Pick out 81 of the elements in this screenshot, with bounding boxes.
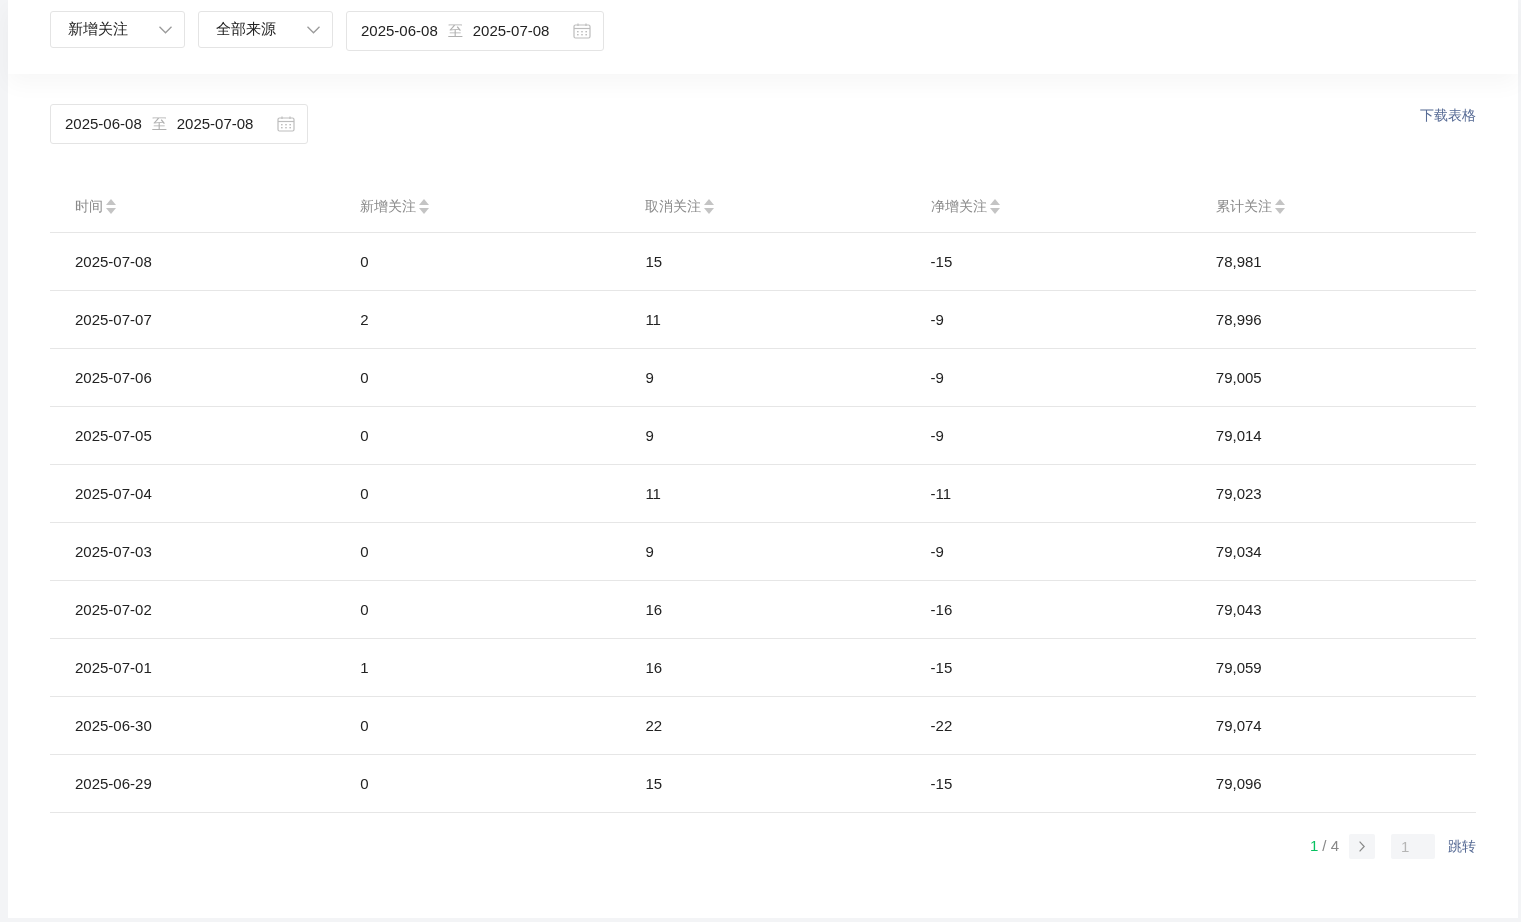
table-cell: 0 bbox=[360, 252, 369, 270]
table-cell: 0 bbox=[360, 368, 369, 386]
source-dropdown[interactable]: 全部来源 bbox=[198, 11, 333, 48]
sort-icon[interactable] bbox=[419, 198, 430, 214]
column-header: 取消关注 bbox=[645, 196, 702, 216]
chevron-right-icon bbox=[1359, 841, 1365, 852]
table-cell: 78,981 bbox=[1215, 252, 1262, 270]
table-cell: -9 bbox=[930, 368, 944, 386]
column-header: 净增关注 bbox=[930, 196, 987, 216]
table-cell: 22 bbox=[645, 716, 663, 734]
next-page-button[interactable] bbox=[1349, 834, 1375, 859]
table-cell: 79,043 bbox=[1215, 600, 1262, 618]
table-cell: 16 bbox=[645, 600, 663, 618]
table-cell: 79,059 bbox=[1215, 658, 1262, 676]
current-page: 1 bbox=[1309, 836, 1319, 857]
end-date: 2025-07-08 bbox=[176, 113, 254, 134]
column-header: 累计关注 bbox=[1215, 196, 1272, 216]
chevron-down-icon bbox=[159, 25, 172, 34]
table-cell: 0 bbox=[360, 716, 369, 734]
jump-button[interactable]: 跳转 bbox=[1448, 836, 1476, 857]
table-cell: 11 bbox=[645, 310, 661, 328]
table-cell: 2025-07-04 bbox=[75, 484, 152, 502]
table-cell: 2025-06-29 bbox=[75, 774, 152, 792]
table-cell: 16 bbox=[645, 658, 663, 676]
table-cell: 2025-06-30 bbox=[75, 716, 152, 734]
range-separator: 至 bbox=[447, 20, 463, 41]
table-cell: -11 bbox=[930, 484, 952, 502]
table-cell: -22 bbox=[930, 716, 953, 734]
table-cell: 1 bbox=[360, 658, 369, 676]
table-cell: 79,096 bbox=[1215, 774, 1262, 792]
table-cell: 79,014 bbox=[1215, 426, 1262, 444]
table-cell: 0 bbox=[360, 542, 369, 560]
chevron-down-icon bbox=[307, 25, 320, 34]
end-date: 2025-07-08 bbox=[472, 20, 550, 41]
table-cell: 9 bbox=[645, 368, 654, 386]
date-range-field[interactable]: 2025-06-08 至 2025-07-08 bbox=[346, 11, 604, 51]
table-cell: -15 bbox=[930, 774, 953, 792]
table-cell: 2025-07-01 bbox=[75, 658, 152, 676]
table-cell: 0 bbox=[360, 426, 369, 444]
page-jump-input[interactable]: 1 bbox=[1391, 834, 1435, 859]
table-cell: 9 bbox=[645, 542, 654, 560]
range-separator: 至 bbox=[151, 113, 167, 134]
table-cell: -16 bbox=[930, 600, 953, 618]
table-cell: -9 bbox=[930, 542, 944, 560]
table-cell: 79,034 bbox=[1215, 542, 1262, 560]
table-cell: 0 bbox=[360, 484, 369, 502]
table-cell: 2 bbox=[360, 310, 369, 328]
table-cell: -9 bbox=[930, 310, 944, 328]
start-date: 2025-06-08 bbox=[65, 113, 142, 134]
table-cell: 0 bbox=[360, 600, 369, 618]
table-cell: 2025-07-05 bbox=[75, 426, 152, 444]
column-header: 新增关注 bbox=[360, 196, 417, 216]
table-cell: -15 bbox=[930, 658, 953, 676]
table-cell: 15 bbox=[645, 252, 663, 270]
table-cell: 2025-07-08 bbox=[75, 252, 152, 270]
calendar-icon bbox=[573, 23, 591, 39]
table-cell: 11 bbox=[645, 484, 661, 502]
date-range-field[interactable]: 2025-06-08 至 2025-07-08 bbox=[50, 104, 308, 144]
table-cell: 78,996 bbox=[1215, 310, 1262, 328]
sort-icon[interactable] bbox=[1274, 198, 1285, 214]
table-cell: 2025-07-02 bbox=[75, 600, 152, 618]
sort-icon[interactable] bbox=[106, 198, 116, 214]
table-cell: 79,023 bbox=[1215, 484, 1262, 502]
table-cell: 0 bbox=[360, 774, 369, 792]
table-cell: 2025-07-07 bbox=[75, 310, 152, 328]
sort-icon[interactable] bbox=[989, 198, 1000, 214]
sort-icon[interactable] bbox=[704, 198, 715, 214]
table-cell: 79,074 bbox=[1215, 716, 1262, 734]
column-header: 时间 bbox=[75, 196, 103, 216]
calendar-icon bbox=[277, 116, 295, 132]
table-cell: 15 bbox=[645, 774, 663, 792]
metric-dropdown[interactable]: 新增关注 bbox=[50, 11, 185, 48]
table-cell: -9 bbox=[930, 426, 944, 444]
start-date: 2025-06-08 bbox=[361, 20, 438, 41]
table-cell: 2025-07-06 bbox=[75, 368, 152, 386]
table-cell: 2025-07-03 bbox=[75, 542, 152, 560]
table-cell: 79,005 bbox=[1215, 368, 1262, 386]
total-pages: / 4 bbox=[1322, 836, 1339, 857]
table-cell: 9 bbox=[645, 426, 654, 444]
download-link[interactable]: 下载表格 bbox=[1420, 105, 1476, 126]
table-cell: -15 bbox=[930, 252, 953, 270]
